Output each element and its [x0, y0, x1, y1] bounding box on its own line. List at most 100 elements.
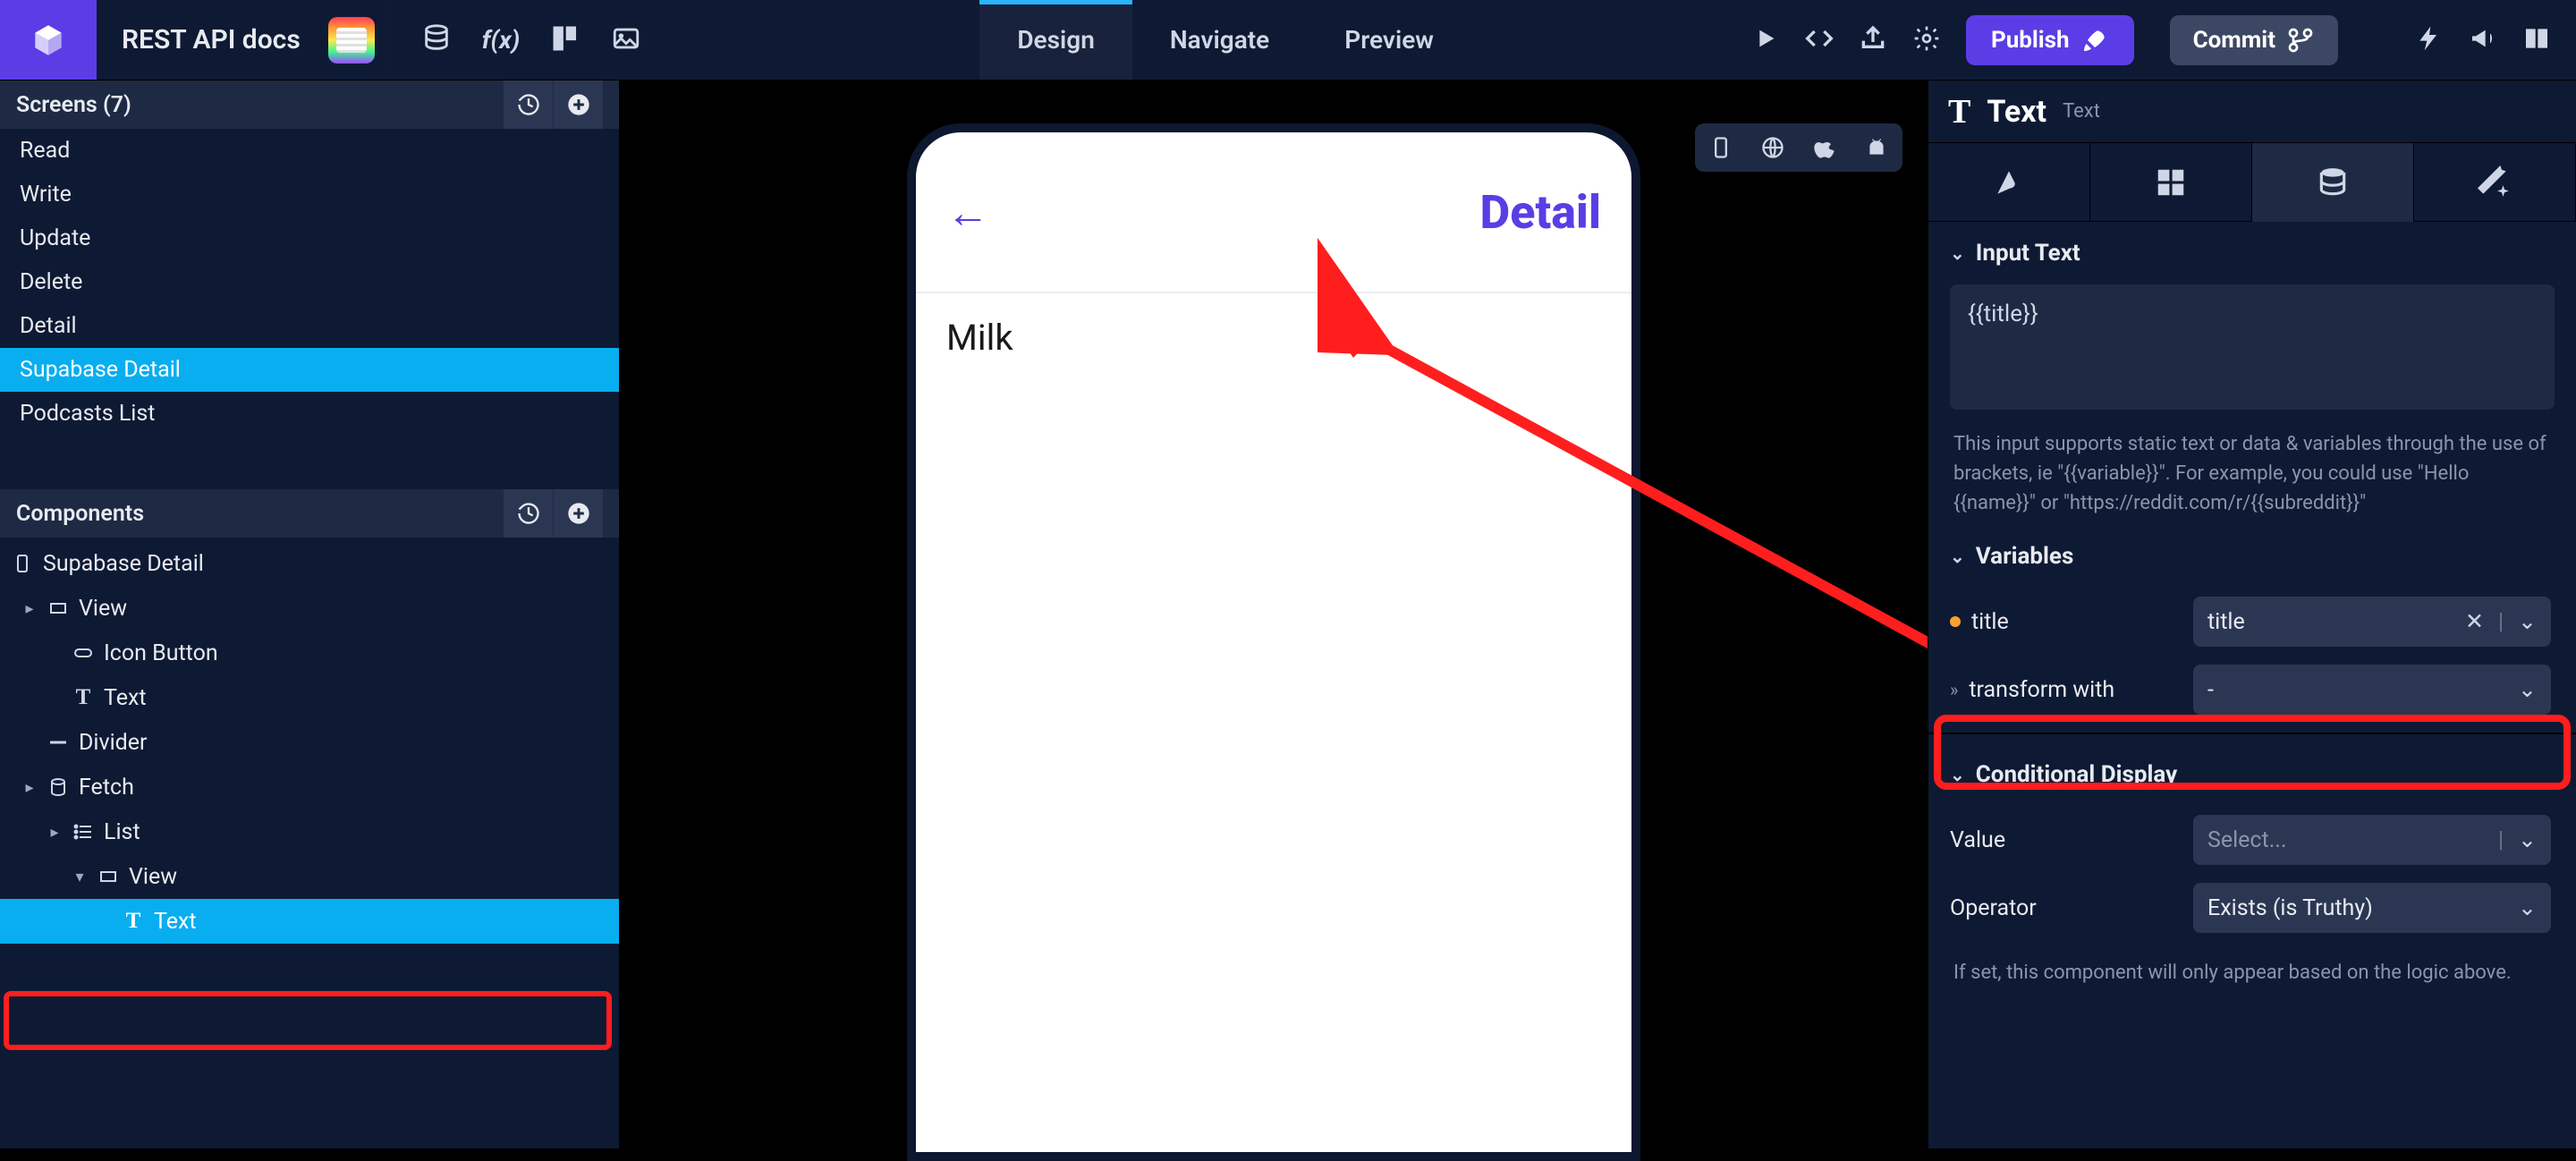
left-panel: Screens (7) Read Write Update Delete Det…: [0, 81, 620, 1148]
right-panel: T Text Text ⌄ Input Text This input supp…: [1928, 81, 2576, 1148]
rect-icon: [97, 865, 120, 888]
tree-node-text-selected[interactable]: T Text: [0, 899, 619, 944]
conditional-help: If set, this component will only appear …: [1950, 942, 2555, 995]
megaphone-icon[interactable]: [2469, 24, 2497, 56]
screen-item-podcasts-list[interactable]: Podcasts List: [0, 392, 619, 436]
platform-mobile-icon[interactable]: [1695, 123, 1747, 172]
rect-icon: [47, 597, 70, 620]
topbar-right: Publish Commit: [1726, 0, 2576, 80]
inspector-title: Text: [1987, 94, 2046, 130]
image-icon[interactable]: [611, 23, 641, 57]
theme-button[interactable]: [326, 0, 377, 80]
components-header: Components: [0, 489, 619, 538]
components-history-button[interactable]: [503, 489, 553, 538]
database-icon: [47, 775, 70, 799]
tree-node-list[interactable]: ▸ List: [0, 809, 619, 854]
publish-label: Publish: [1991, 27, 2070, 54]
chevron-down-icon: ⌄: [1950, 546, 1965, 567]
chevron-down-icon[interactable]: ⌄: [2518, 894, 2537, 921]
text-icon: T: [122, 910, 145, 933]
rocket-icon: [2080, 26, 2109, 55]
tree-node-text[interactable]: T Text: [0, 675, 619, 720]
conditional-operator-select[interactable]: Exists (is Truthy) ⌄: [2193, 883, 2551, 933]
chevron-down-icon[interactable]: ⌄: [2518, 676, 2537, 703]
caret-icon: ▸: [21, 778, 38, 797]
back-arrow-icon[interactable]: ←: [946, 187, 989, 238]
tree-node-screen[interactable]: Supabase Detail: [0, 541, 619, 586]
inspector-subtitle: Text: [2063, 100, 2100, 123]
components-tree: Supabase Detail ▸ View Icon Button T Tex…: [0, 538, 619, 944]
inspector-tabs: [1928, 143, 2576, 222]
conditional-value-row: Value Select... |⌄: [1950, 806, 2555, 874]
device-screen-title: Detail: [1480, 185, 1601, 240]
app-logo[interactable]: [0, 0, 97, 80]
screens-header: Screens (7): [0, 81, 619, 129]
list-icon: [72, 820, 95, 843]
tab-navigate[interactable]: Navigate: [1132, 0, 1307, 80]
input-text-help: This input supports static text or data …: [1950, 413, 2555, 525]
inspector-tab-magic[interactable]: [2414, 143, 2576, 222]
device-body-text: Milk: [946, 317, 1601, 359]
tree-node-divider[interactable]: Divider: [0, 720, 619, 765]
section-variables-header[interactable]: ⌄ Variables: [1928, 525, 2576, 588]
platform-android-icon[interactable]: [1851, 123, 1902, 172]
toolbar-icons: f(x): [386, 0, 676, 80]
screen-item-detail[interactable]: Detail: [0, 304, 619, 348]
components-add-button[interactable]: [553, 489, 603, 538]
conditional-operator-row: Operator Exists (is Truthy) ⌄: [1950, 874, 2555, 942]
mode-tabs: Design Navigate Preview: [979, 0, 1471, 80]
inspector-tab-data[interactable]: [2252, 143, 2414, 222]
variable-transform-select[interactable]: - ⌄: [2193, 665, 2551, 715]
chevron-down-icon[interactable]: ⌄: [2518, 826, 2537, 853]
tab-preview[interactable]: Preview: [1307, 0, 1471, 80]
palette-icon[interactable]: [550, 23, 580, 57]
variable-title-select[interactable]: title ✕|⌄: [2193, 597, 2551, 647]
gear-icon[interactable]: [1912, 24, 1941, 56]
canvas: ← Detail Milk: [620, 81, 1928, 1148]
platform-apple-icon[interactable]: [1799, 123, 1851, 172]
screen-item-write[interactable]: Write: [0, 173, 619, 216]
platform-web-icon[interactable]: [1747, 123, 1799, 172]
screen-item-delete[interactable]: Delete: [0, 260, 619, 304]
commit-button[interactable]: Commit: [2170, 15, 2338, 65]
section-input-text-header[interactable]: ⌄ Input Text: [1928, 222, 2576, 284]
play-icon[interactable]: [1751, 24, 1780, 56]
chevron-right-icon: »: [1950, 679, 1958, 700]
branch-icon: [2286, 26, 2315, 55]
share-icon[interactable]: [1859, 24, 1887, 56]
screens-title: Screens (7): [16, 92, 131, 118]
screen-item-update[interactable]: Update: [0, 216, 619, 260]
database-icon[interactable]: [421, 23, 452, 57]
chevron-down-icon[interactable]: ⌄: [2518, 608, 2537, 635]
screens-add-button[interactable]: [553, 81, 603, 129]
tab-design[interactable]: Design: [979, 0, 1132, 80]
inspector-tab-layout[interactable]: [2090, 143, 2252, 222]
chevron-down-icon: ⌄: [1950, 764, 1965, 785]
publish-button[interactable]: Publish: [1966, 15, 2134, 65]
conditional-value-select[interactable]: Select... |⌄: [2193, 815, 2551, 865]
tree-node-fetch[interactable]: ▸ Fetch: [0, 765, 619, 809]
screen-item-read[interactable]: Read: [0, 129, 619, 173]
tree-node-view-inner[interactable]: ▾ View: [0, 854, 619, 899]
tree-node-view[interactable]: ▸ View: [0, 586, 619, 631]
screen-item-supabase-detail[interactable]: Supabase Detail: [0, 348, 619, 392]
components-title: Components: [16, 501, 144, 527]
chevron-down-icon: ⌄: [1950, 242, 1965, 264]
inspector-tab-style[interactable]: [1928, 143, 2090, 222]
code-icon[interactable]: [1805, 24, 1834, 56]
screens-history-button[interactable]: [503, 81, 553, 129]
function-icon[interactable]: f(x): [482, 25, 521, 55]
status-dot-icon: [1950, 616, 1961, 627]
section-conditional-header[interactable]: ⌄ Conditional Display: [1928, 743, 2576, 806]
input-text-field[interactable]: [1950, 284, 2555, 410]
commit-label: Commit: [2193, 27, 2275, 54]
annotation-highlight: [4, 991, 612, 1050]
caret-icon: ▸: [47, 823, 63, 842]
top-bar: REST API docs f(x) Design Navigate Previ…: [0, 0, 2576, 81]
tree-node-icon-button[interactable]: Icon Button: [0, 631, 619, 675]
clear-icon[interactable]: ✕: [2465, 608, 2484, 635]
book-icon[interactable]: [2522, 24, 2551, 56]
bolt-icon[interactable]: [2415, 24, 2444, 56]
variable-row-transform: »transform with - ⌄: [1950, 656, 2555, 724]
variable-row-title: title title ✕|⌄: [1950, 588, 2555, 656]
